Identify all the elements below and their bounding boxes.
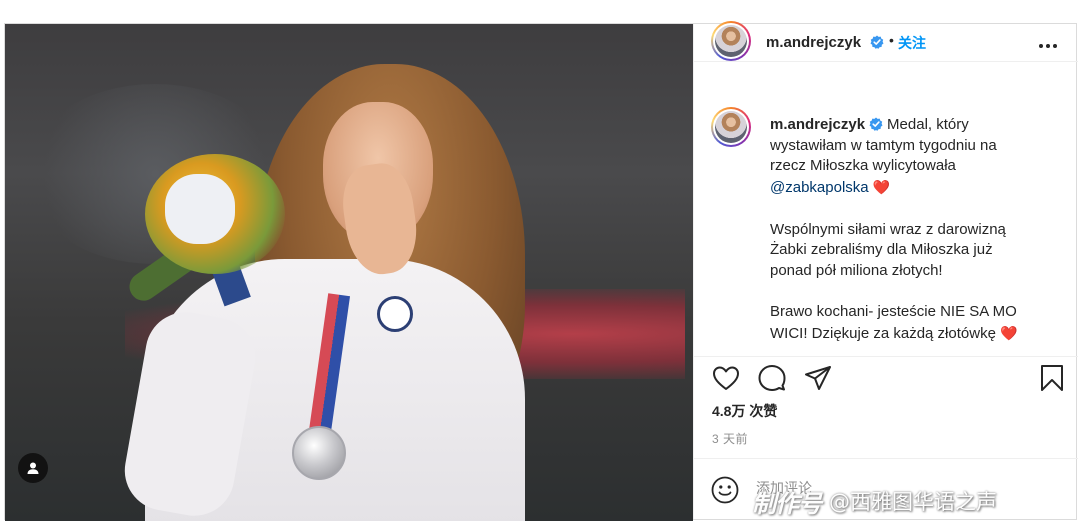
user-tag-button[interactable] xyxy=(18,453,48,483)
user-tag-icon xyxy=(27,462,39,474)
comment-icon xyxy=(758,365,786,391)
watermark: 制作号 @西雅图华语之声 xyxy=(752,486,997,518)
share-icon xyxy=(805,366,831,390)
verified-icon xyxy=(869,117,883,131)
post-time[interactable]: 3 天前 xyxy=(712,430,748,447)
watermark-text: @西雅图华语之声 xyxy=(829,490,997,514)
caption-line: Żabki zebraliśmy dla Miłoszka już xyxy=(770,241,993,259)
heart-emoji: ❤️ xyxy=(872,179,891,196)
header-avatar[interactable] xyxy=(711,21,751,61)
caption-line: Medal, który xyxy=(887,116,969,133)
caption-line: Wspólnymi siłami wraz z darowizną xyxy=(770,220,1006,238)
mention-link[interactable]: @zabkapolska xyxy=(770,179,869,196)
more-icon[interactable] xyxy=(1036,36,1060,56)
post-actions xyxy=(694,362,1078,396)
post-photo[interactable] xyxy=(5,24,693,521)
instagram-post: m.andrejczyk • 关注 m.andrejczyk Medal, kt… xyxy=(4,21,1078,521)
heart-icon xyxy=(713,366,739,390)
caption-line: wystawiłam w tamtym tygodniu na xyxy=(770,136,997,154)
comment-button[interactable] xyxy=(756,362,788,394)
save-button[interactable] xyxy=(1036,362,1068,394)
watermark-logo: 制作号 xyxy=(752,489,822,518)
post-caption: m.andrejczyk Medal, który wystawiłam w t… xyxy=(694,63,1078,357)
share-button[interactable] xyxy=(802,362,834,394)
post-side-panel: m.andrejczyk • 关注 m.andrejczyk Medal, kt… xyxy=(693,21,1078,519)
photo-mascot xyxy=(165,174,235,244)
verified-icon xyxy=(870,35,884,49)
caption-line: WICI! Dziękuje za każdą złotówkę xyxy=(770,325,996,342)
post-header: m.andrejczyk • 关注 xyxy=(694,21,1078,62)
caption-line: ponad pół miliona złotych! xyxy=(770,261,943,279)
header-username[interactable]: m.andrejczyk xyxy=(766,34,861,51)
emoji-icon[interactable] xyxy=(710,475,740,505)
like-button[interactable] xyxy=(710,362,742,394)
caption-text: m.andrejczyk Medal, który wystawiłam w t… xyxy=(770,115,1070,345)
caption-line: Brawo kochani- jesteście NIE SA MO xyxy=(770,303,1017,321)
photo-patch xyxy=(377,296,413,332)
caption-line: rzecz Miłoszka wylicytowała xyxy=(770,157,956,175)
likes-count[interactable]: 4.8万 次赞 xyxy=(712,401,777,421)
caption-username[interactable]: m.andrejczyk xyxy=(770,116,865,133)
header-separator-dot: • xyxy=(889,32,894,48)
follow-button[interactable]: 关注 xyxy=(898,33,926,53)
caption-avatar[interactable] xyxy=(711,107,751,147)
heart-emoji: ❤️ xyxy=(1000,325,1018,341)
photo-medal xyxy=(292,426,346,480)
bookmark-icon xyxy=(1041,365,1063,391)
